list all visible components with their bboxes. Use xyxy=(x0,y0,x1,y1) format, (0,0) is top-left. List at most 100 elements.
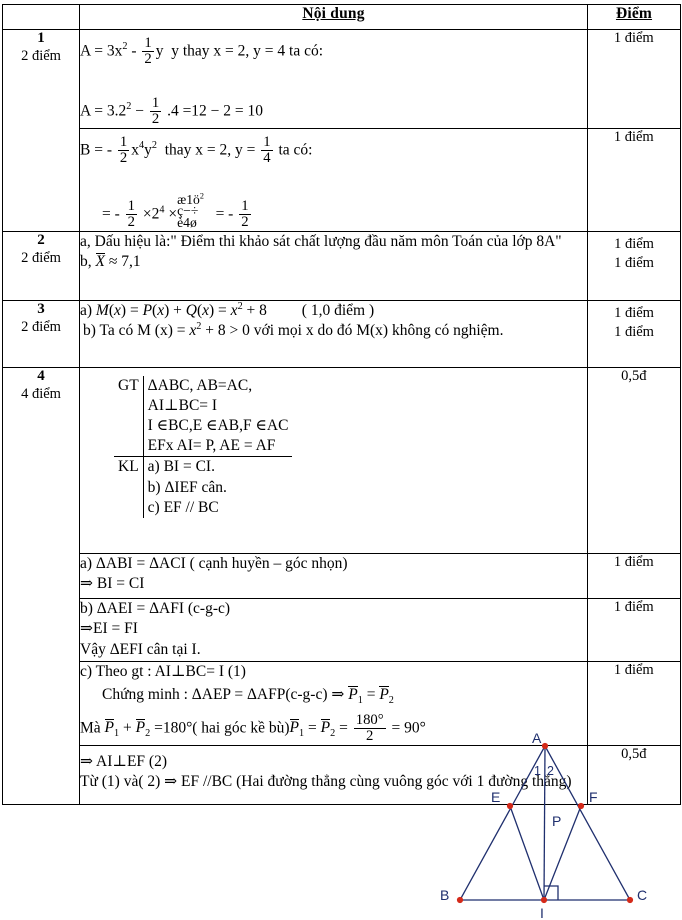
q4c-line-1: c) Theo gt : AI⊥BC= I (1) xyxy=(80,662,246,680)
geometry-figure: A B C E F I P 1 2 xyxy=(432,730,664,920)
gt-line-3: I ∈BC,E ∈AB,F ∈AC xyxy=(147,417,289,435)
question-maxpoints-4: 4 điểm xyxy=(21,385,61,402)
q4-figure-points: 0,5đ xyxy=(586,367,680,554)
kl-line-2: b) ΔIEF cân. xyxy=(147,478,227,496)
header-cell-no xyxy=(2,4,80,30)
angle-P1-b: P1 xyxy=(104,719,120,740)
label-I: I xyxy=(540,905,544,920)
q4b-line-3: Vậy ΔEFI cân tại I. xyxy=(80,640,201,658)
fraction-one-half-d: 12 xyxy=(125,197,138,230)
q1-l4-res: = - xyxy=(215,205,234,223)
gt-line-4: EFx AI= P, AE = AF xyxy=(147,437,276,455)
answer-key-table: Nội dung Điểm 1 2 điểm A = 3x2 - 1 2 y y… xyxy=(2,4,681,920)
table-header-row: Nội dung Điểm xyxy=(2,4,681,30)
vertex-dot-F xyxy=(577,802,585,809)
fraction-one-half-e: 12 xyxy=(239,197,251,230)
q1-part-a-row: A = 3x2 - 12y y thay x = 2, y = 4 ta có:… xyxy=(80,30,680,129)
q1-l3-lead: B = - xyxy=(80,141,112,159)
question-body-1: A = 3x2 - 12y y thay x = 2, y = 4 ta có:… xyxy=(79,29,681,232)
q3-a-expr: M xyxy=(95,301,109,319)
q4c-l2-text: Chứng minh : ΔAEP = ΔAFP(c-g-c) ⇒ xyxy=(102,686,345,704)
gt-label: GT xyxy=(114,375,144,458)
q1-part-b-row: B = - 1 2 x4y2 thay x = 2, y = 14 ta có: =… xyxy=(80,128,680,231)
q4-part-a-content: a) ΔABI = ΔACI ( cạnh huyền – góc nhọn) … xyxy=(80,553,587,599)
question-maxpoints-2: 2 điểm xyxy=(21,249,61,266)
q4c-l3-mid: =180°( hai góc kề bù) xyxy=(154,719,290,737)
q1-l3-tail: ta có: xyxy=(278,141,313,159)
label-E: E xyxy=(491,789,500,805)
q4b-line-2: ⇒EI = FI xyxy=(80,620,138,638)
q1-l4-mul2: × xyxy=(168,205,178,223)
label-C: C xyxy=(637,887,647,903)
header-cell-points: Điểm xyxy=(587,4,681,30)
gt-kl-wrapper: GT ΔABC, AB=AC, AI⊥BC= I I ∈BC,E ∈AB,F ∈… xyxy=(80,368,587,522)
q4-figure-row: GT ΔABC, AB=AC, AI⊥BC= I I ∈BC,E ∈AB,F ∈… xyxy=(80,367,680,920)
q1-part-b-points: 1 điểm xyxy=(586,128,680,231)
fraction-one-half-b: 12 xyxy=(149,94,162,127)
q3-a-note: ( 1,0 điểm ) xyxy=(301,301,375,319)
answer-key-sheet: Nội dung Điểm 1 2 điểm A = 3x2 - 1 2 y y… xyxy=(0,4,682,920)
question-number-cell-3: 3 2 điểm xyxy=(2,299,80,368)
q4-part-a-points: 1 điểm xyxy=(586,553,680,599)
q1-l2-lead: A = 3.2 xyxy=(80,102,127,120)
question-maxpoints-1: 2 điểm xyxy=(21,47,61,64)
question-row-4: 4 4 điểm GT ΔABC, AB=AC, AI⊥BC= I I ∈BC,… xyxy=(2,366,681,920)
fraction-one-half-a: 12 xyxy=(142,35,154,67)
q1-l1-lead: A = 3x xyxy=(80,42,123,60)
q1-inner-table: A = 3x2 - 12y y thay x = 2, y = 4 ta có:… xyxy=(80,30,680,231)
vertex-dot-E xyxy=(506,802,514,809)
question-row-2: 2 2 điểm a, Dấu hiệu là:" Điểm thi khảo … xyxy=(2,230,681,301)
q2-line-b: b, X ≈ 7,1 xyxy=(80,252,587,272)
segment-AB xyxy=(459,745,546,901)
q2-points-2: 1 điểm xyxy=(614,254,654,271)
q1-line-2: A = 3.22 − 12 .4 =12 − 2 = 10 xyxy=(80,94,264,127)
q3-b-pre: b) Ta có M (x) = xyxy=(83,322,190,340)
q4c-l3-eq: = xyxy=(308,719,317,737)
q3-line-b: b) Ta có M (x) = x2 + 8 > 0 với mọi x do… xyxy=(83,321,504,340)
fraction-180-over-2: 180° 2 xyxy=(353,711,386,744)
q4c-l3-tail: = 90° xyxy=(391,719,426,737)
q4c-l3-lead: Mà xyxy=(80,719,101,737)
question-body-4: GT ΔABC, AB=AC, AI⊥BC= I I ∈BC,E ∈AB,F ∈… xyxy=(79,366,681,920)
q3-line-a: a) M(x) = P(x) + Q(x) = x2 + 8 ( 1,0 điể… xyxy=(80,300,375,319)
segment-AI xyxy=(543,745,546,900)
question-row-3: 3 2 điểm a) M(x) = P(x) + Q(x) = x2 + 8 … xyxy=(2,299,681,368)
gt-row: GT ΔABC, AB=AC, AI⊥BC= I I ∈BC,E ∈AB,F ∈… xyxy=(114,375,293,458)
q4-part-b-row: b) ΔAEI = ΔAFI (c-g-c) ⇒EI = FI Vậy ΔEFI… xyxy=(80,598,680,662)
question-row-1: 1 2 điểm A = 3x2 - 12y y thay x = 2, y =… xyxy=(2,29,681,232)
q1-part-a-points: 1 điểm xyxy=(586,30,680,129)
fraction-one-half-c: 12 xyxy=(117,134,130,166)
question-body-2: a, Dấu hiệu là:" Điểm thi khảo sát chất … xyxy=(79,230,588,301)
q4-part-b-points: 1 điểm xyxy=(586,598,680,662)
fraction-one-quarter-a: 14 xyxy=(261,134,273,166)
q1-l1-minus: - xyxy=(131,42,141,60)
label-A: A xyxy=(532,730,542,746)
q3-points-1: 1 điểm xyxy=(614,304,654,321)
q1-l3-mid: thay x = 2, y = xyxy=(164,141,256,159)
label-angle-1: 1 xyxy=(534,764,541,778)
question-points-cell-3: 1 điểm 1 điểm xyxy=(587,299,681,368)
angle-P2-b: P2 xyxy=(135,719,151,740)
q4a-line-2: ⇒ BI = CI xyxy=(80,575,145,593)
q4a-line-1: a) ΔABI = ΔACI ( cạnh huyền – góc nhọn) xyxy=(80,554,348,572)
kl-row: KL a) BI = CI. b) ΔIEF cân. c) EF // BC xyxy=(114,456,292,518)
header-cell-content: Nội dung xyxy=(79,4,588,30)
q1-l4-eq: = - xyxy=(102,205,120,223)
q1-l1-mid: y thay x = 2, y = 4 ta có: xyxy=(171,42,324,60)
question-number-cell-1: 1 2 điểm xyxy=(2,29,80,232)
x-bar-symbol: X xyxy=(95,253,105,271)
gt-kl-table: GT ΔABC, AB=AC, AI⊥BC= I I ∈BC,E ∈AB,F ∈… xyxy=(114,375,293,518)
question-number-4: 4 xyxy=(37,367,45,384)
question-body-3: a) M(x) = P(x) + Q(x) = x2 + 8 ( 1,0 điể… xyxy=(79,299,588,368)
angle-P1-c: P1 xyxy=(289,719,305,740)
angle-P2-c: P2 xyxy=(320,719,336,740)
garbled-symbol-fraction: æ1ö2 ç−÷ è4ø xyxy=(177,191,204,230)
gt-line-1: ΔABC, AB=AC, xyxy=(147,376,253,394)
kl-line-1: a) BI = CI. xyxy=(147,458,215,476)
header-points-label: Điểm xyxy=(615,5,653,22)
vertex-dot-A xyxy=(541,742,549,749)
label-angle-2: 2 xyxy=(547,764,554,778)
angle-P2-a: P2 xyxy=(379,686,394,707)
question-maxpoints-3: 2 điểm xyxy=(21,318,61,335)
q3-b-post: > 0 với mọi x do đó M(x) không có nghiệm… xyxy=(225,322,504,340)
